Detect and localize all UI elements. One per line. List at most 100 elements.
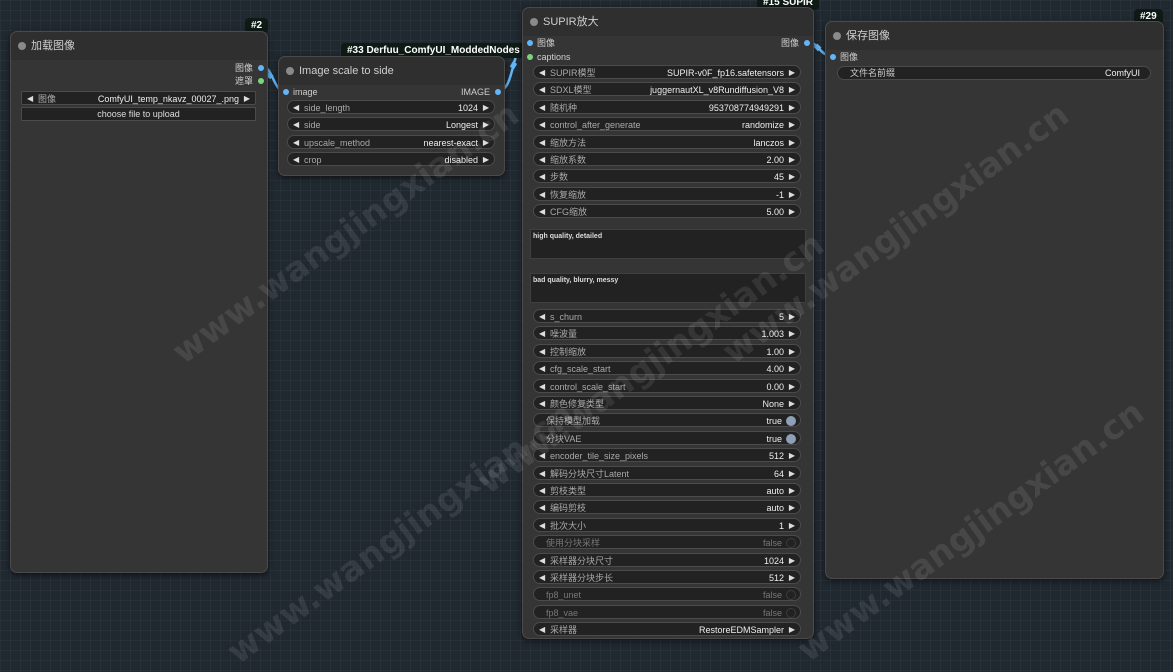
output-mask[interactable]: 遮罩 <box>235 74 267 88</box>
arrow-right-icon[interactable]: ▶ <box>789 380 795 394</box>
toggle-knob-icon[interactable] <box>786 607 796 618</box>
arrow-right-icon[interactable]: ▶ <box>483 153 489 167</box>
filename-prefix-field[interactable]: 文件名前缀 <box>837 66 1151 80</box>
arrow-right-icon[interactable]: ▶ <box>789 449 795 463</box>
arrow-right-icon[interactable]: ▶ <box>789 83 795 97</box>
supir-widget-4[interactable]: ◀ 缩放方法 lanczos ▶ <box>533 134 801 150</box>
load-image-node[interactable]: 加载图像 图像 遮罩 ◀ 图像 ComfyUI_temp_nkavz_00027… <box>10 31 268 573</box>
supir-widget-2[interactable]: ◀ 随机种 953708774949291 ▶ <box>533 99 801 115</box>
supir-widget-b5[interactable]: ◀ 颜色修复类型 None ▶ <box>533 396 801 410</box>
arrow-right-icon[interactable]: ▶ <box>483 136 489 150</box>
supir-widget-b14[interactable]: ◀ 采样器分块尺寸 1024 ▶ <box>533 552 801 568</box>
image-file-combo[interactable]: ◀ 图像 ComfyUI_temp_nkavz_00027_.png ▶ <box>21 91 256 105</box>
supir-widget-b4[interactable]: ◀ control_scale_start 0.00 ▶ <box>533 378 801 394</box>
supir-widget-3[interactable]: ◀ control_after_generate randomize ▶ <box>533 117 801 132</box>
arrow-right-icon[interactable]: ▶ <box>483 101 489 115</box>
arrow-left-icon[interactable]: ◀ <box>539 310 545 324</box>
supir-widget-b9[interactable]: ◀ 解码分块尺寸Latent 64 ▶ <box>533 465 801 481</box>
arrow-left-icon[interactable]: ◀ <box>539 118 545 132</box>
arrow-right-icon[interactable]: ▶ <box>483 118 489 132</box>
input-slot-dot[interactable] <box>830 54 836 60</box>
arrow-right-icon[interactable]: ▶ <box>789 327 795 341</box>
image-scale-node[interactable]: Image scale to side image IMAGE ◀ side_l… <box>278 56 505 176</box>
arrow-right-icon[interactable]: ▶ <box>789 66 795 80</box>
arrow-right-icon[interactable]: ▶ <box>789 484 795 498</box>
arrow-left-icon[interactable]: ◀ <box>539 345 545 359</box>
arrow-right-icon[interactable]: ▶ <box>244 92 250 106</box>
arrow-left-icon[interactable]: ◀ <box>539 205 545 219</box>
arrow-left-icon[interactable]: ◀ <box>539 66 545 80</box>
toggle-knob-icon[interactable] <box>786 538 796 549</box>
arrow-left-icon[interactable]: ◀ <box>293 101 299 115</box>
arrow-left-icon[interactable]: ◀ <box>539 397 545 411</box>
toggle-13[interactable]: 使用分块采样 false <box>533 535 801 550</box>
arrow-right-icon[interactable]: ▶ <box>789 118 795 132</box>
arrow-left-icon[interactable]: ◀ <box>539 554 545 568</box>
arrow-right-icon[interactable]: ▶ <box>789 310 795 324</box>
input-image[interactable]: image <box>279 85 318 99</box>
positive-prompt-textarea[interactable]: high quality, detailed <box>530 229 806 259</box>
node-title-bar[interactable]: 加载图像 <box>11 32 267 60</box>
arrow-left-icon[interactable]: ◀ <box>293 153 299 167</box>
arrow-right-icon[interactable]: ▶ <box>789 501 795 515</box>
arrow-left-icon[interactable]: ◀ <box>539 623 545 637</box>
arrow-left-icon[interactable]: ◀ <box>539 380 545 394</box>
output-image[interactable]: 图像 <box>235 61 267 75</box>
arrow-right-icon[interactable]: ▶ <box>789 205 795 219</box>
toggle-knob-icon[interactable] <box>786 433 796 444</box>
supir-widget-8[interactable]: ◀ CFG缩放 5.00 ▶ <box>533 204 801 219</box>
supir-widget-b3[interactable]: ◀ cfg_scale_start 4.00 ▶ <box>533 361 801 376</box>
arrow-left-icon[interactable]: ◀ <box>539 484 545 498</box>
supir-widget-0[interactable]: ◀ SUPIR模型 SUPIR-v0F_fp16.safetensors ▶ <box>533 65 801 79</box>
toggle-knob-icon[interactable] <box>786 590 796 601</box>
supir-widget-b18[interactable]: ◀ 采样器 RestoreEDMSampler ▶ <box>533 622 801 637</box>
node-title-bar[interactable]: 保存图像 <box>826 22 1163 50</box>
arrow-left-icon[interactable]: ◀ <box>539 519 545 533</box>
toggle-knob-icon[interactable] <box>786 416 796 427</box>
arrow-right-icon[interactable]: ▶ <box>789 153 795 167</box>
arrow-left-icon[interactable]: ◀ <box>539 188 545 202</box>
side-length-widget[interactable]: ◀ side_length 1024 ▶ <box>287 100 495 114</box>
collapse-dot[interactable] <box>286 67 294 75</box>
arrow-right-icon[interactable]: ▶ <box>789 467 795 481</box>
supir-widget-b0[interactable]: ◀ s_churn 5 ▶ <box>533 309 801 323</box>
save-image-node[interactable]: 保存图像 图像 文件名前缀 <box>825 21 1164 579</box>
node-title-bar[interactable]: SUPIR放大 <box>523 8 813 36</box>
arrow-right-icon[interactable]: ▶ <box>789 136 795 150</box>
arrow-left-icon[interactable]: ◀ <box>539 170 545 184</box>
arrow-left-icon[interactable]: ◀ <box>27 92 33 106</box>
side-widget[interactable]: ◀ side Longest ▶ <box>287 117 495 131</box>
toggle-7[interactable]: 分块VAE true <box>533 430 801 445</box>
upload-button[interactable]: choose file to upload <box>21 107 256 121</box>
input-image[interactable]: 图像 <box>523 36 555 50</box>
arrow-right-icon[interactable]: ▶ <box>789 188 795 202</box>
supir-widget-7[interactable]: ◀ 恢复缩放 -1 ▶ <box>533 186 801 202</box>
arrow-right-icon[interactable]: ▶ <box>789 170 795 184</box>
arrow-right-icon[interactable]: ▶ <box>789 571 795 585</box>
arrow-left-icon[interactable]: ◀ <box>539 362 545 376</box>
output-slot-dot[interactable] <box>258 65 264 71</box>
arrow-right-icon[interactable]: ▶ <box>789 554 795 568</box>
arrow-left-icon[interactable]: ◀ <box>539 101 545 115</box>
filename-prefix-input[interactable] <box>1020 67 1140 79</box>
arrow-right-icon[interactable]: ▶ <box>789 519 795 533</box>
arrow-left-icon[interactable]: ◀ <box>539 467 545 481</box>
arrow-right-icon[interactable]: ▶ <box>789 101 795 115</box>
output-slot-dot[interactable] <box>495 89 501 95</box>
arrow-right-icon[interactable]: ▶ <box>789 397 795 411</box>
supir-widget-b11[interactable]: ◀ 编码剪枝 auto ▶ <box>533 500 801 515</box>
supir-widget-b8[interactable]: ◀ encoder_tile_size_pixels 512 ▶ <box>533 448 801 463</box>
toggle-16[interactable]: fp8_unet false <box>533 587 801 602</box>
supir-upscale-node[interactable]: SUPIR放大 图像 captions 图像 ◀ SUPIR模型 SUPIR-v0F… <box>522 7 814 639</box>
arrow-left-icon[interactable]: ◀ <box>539 327 545 341</box>
arrow-left-icon[interactable]: ◀ <box>539 571 545 585</box>
supir-widget-b12[interactable]: ◀ 批次大小 1 ▶ <box>533 517 801 533</box>
arrow-left-icon[interactable]: ◀ <box>539 83 545 97</box>
arrow-right-icon[interactable]: ▶ <box>789 345 795 359</box>
input-slot-dot[interactable] <box>527 40 533 46</box>
arrow-right-icon[interactable]: ▶ <box>789 623 795 637</box>
arrow-left-icon[interactable]: ◀ <box>293 136 299 150</box>
collapse-dot[interactable] <box>833 32 841 40</box>
arrow-left-icon[interactable]: ◀ <box>539 136 545 150</box>
output-slot-dot[interactable] <box>804 40 810 46</box>
